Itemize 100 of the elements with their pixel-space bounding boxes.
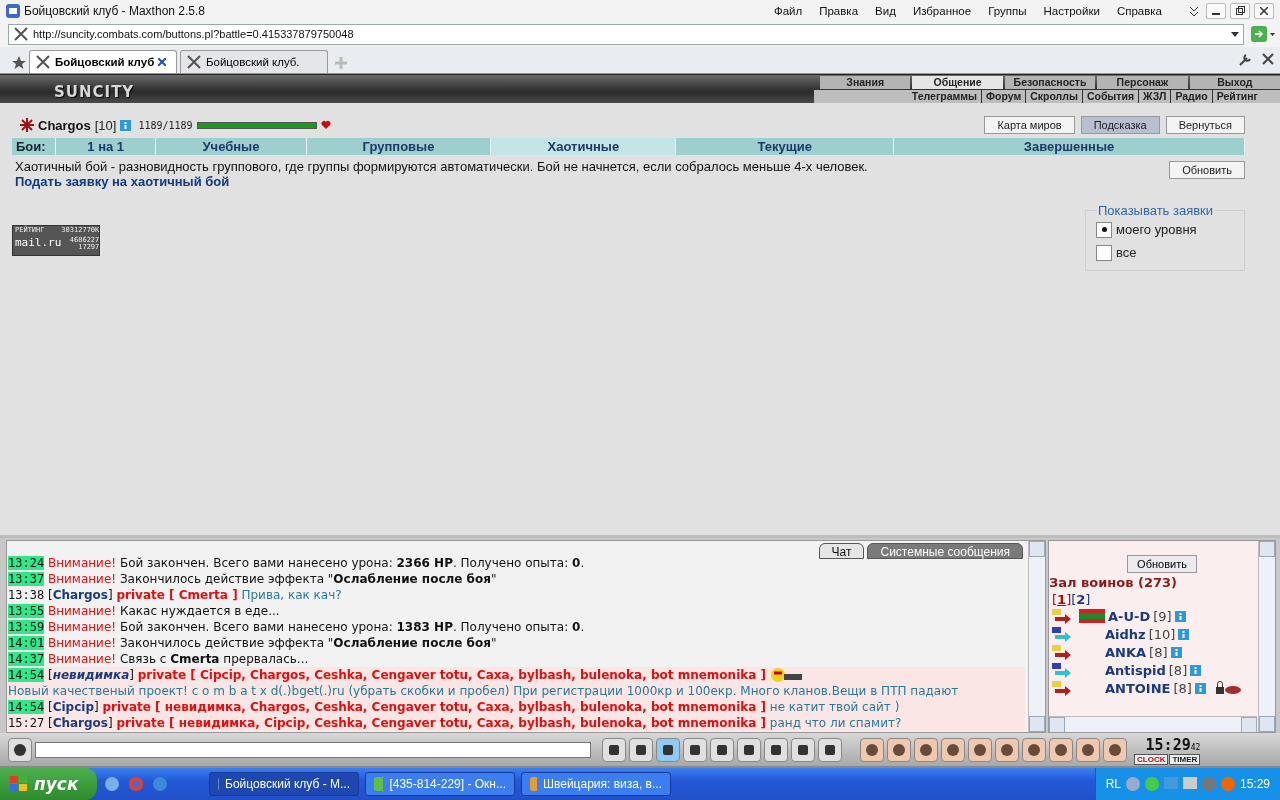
sub-nav-link[interactable]: Телеграммы (907, 90, 982, 103)
address-field[interactable]: http://suncity.combats.com/buttons.pl?battle=0.415337879750048 (8, 23, 1244, 45)
message-time: 15:27 (8, 716, 45, 730)
sender-name[interactable]: [невидимка] (47, 667, 134, 682)
nav-button[interactable]: Вернуться (1165, 116, 1245, 134)
info-icon (1190, 664, 1202, 676)
nav-link[interactable]: Выход (1189, 76, 1280, 89)
message-text: Закончилось действие эффекта "Ослабление после боя" (119, 571, 497, 586)
nav-link[interactable]: Безопасность (1004, 76, 1096, 89)
info-icon (1170, 646, 1182, 658)
user-name[interactable]: Antispid (1105, 662, 1166, 678)
nav-button[interactable]: Карта миров (984, 116, 1075, 134)
message-text: не катит твой сайт ) (769, 700, 900, 714)
nav-button[interactable]: Подсказка (1080, 116, 1160, 134)
tray-clock: 15:29 (1239, 777, 1270, 791)
page-link[interactable]: [2] (1071, 592, 1091, 607)
message-text: Прива, как кач? (241, 587, 342, 602)
scrollbar[interactable] (1258, 541, 1275, 732)
chat-tab[interactable]: Системные сообщения (867, 543, 1023, 559)
refresh-button[interactable]: Обновить (1127, 555, 1197, 573)
menu-item[interactable]: Справка (1116, 4, 1162, 17)
close-button[interactable] (1254, 2, 1274, 19)
user-name[interactable]: Aidhz (1105, 626, 1146, 642)
sender-name[interactable]: [Cipcip] (47, 700, 99, 714)
user-level: [8] (1149, 644, 1168, 660)
browser-tab[interactable]: Бойцовский клуб. (180, 50, 328, 73)
sender-name[interactable]: [Chargos] (47, 587, 113, 602)
sender-name[interactable]: [Chargos] (47, 716, 113, 730)
menu-item[interactable]: Вид (875, 4, 896, 17)
crossed-swords-icon (186, 54, 202, 70)
alert-label: Внимание! (47, 635, 117, 650)
crossed-swords-icon (35, 54, 51, 70)
user-name[interactable]: ANKA (1105, 644, 1147, 660)
player-name[interactable]: Chargos (38, 117, 91, 133)
message-text: Связь с Cmerta прервалась... (119, 651, 309, 666)
nav-link[interactable]: Общение (912, 76, 1003, 89)
message-time: 13:55 (8, 603, 45, 618)
restore-button[interactable] (1230, 2, 1250, 19)
message-text: Бой закончен. Всего вами нанесено урона: 2366 HP. Получено опыта: 0. (119, 555, 585, 570)
menu-item[interactable]: Правка (819, 4, 859, 17)
message-time: 14:54 (8, 700, 45, 714)
minimize-button[interactable] (1206, 2, 1226, 19)
player-level: [10] (94, 117, 117, 133)
taskbar-button[interactable]: Швейцария: виза, в... (521, 772, 671, 796)
message-text: Новый качественый проект! c o m b a t x d(.)bget(.)ru (убрать скобки и пробел) При регистрации 1000кр и 100екр. Много кланов.Вещи в ПТП падают (8, 683, 960, 699)
scrollbar[interactable] (1028, 541, 1045, 732)
dropdown-icon (1231, 30, 1239, 38)
private-recipients: private [ невидимка, Cipcip, Ceshka, Cengaver totu, Caxa, bylbash, bulenoka, bot mnemonika ] (116, 716, 766, 730)
message-text: Какас нуждается в еде... (119, 603, 280, 618)
battle-tab[interactable]: Хаотичные (491, 138, 677, 155)
info-icon (1194, 682, 1206, 694)
message-time: 13:38 (8, 587, 45, 602)
message-time: 13:24 (8, 555, 45, 570)
description-text: Хаотичный бой - разновидность группового, где группы формируются автоматически. Бой не начнется, если собралось меньше 4-х человек. (15, 159, 869, 174)
scrollbar[interactable] (1049, 716, 1257, 732)
radio-button[interactable] (1096, 221, 1112, 238)
menu-item[interactable]: Файл (773, 4, 803, 17)
star-icon (20, 118, 34, 132)
apply-link[interactable]: Подать заявку на хаотичный бой (15, 174, 230, 189)
radio-button[interactable] (1096, 244, 1112, 261)
radio-label[interactable]: моего уровня (1116, 222, 1197, 237)
alert-label: Внимание! (47, 555, 117, 570)
menu-item[interactable]: Группы (988, 4, 1027, 17)
refresh-button[interactable]: Обновить (1169, 161, 1245, 179)
minimize-icon (1212, 12, 1220, 15)
taskbar-button[interactable]: Бойцовский клуб - M... (209, 772, 359, 796)
radio-label[interactable]: все (1116, 245, 1137, 260)
logo-text: SUNCITY (53, 82, 135, 103)
taskbar-button[interactable]: [435-814-229] - Окн... (365, 772, 515, 796)
user-level: [8] (1173, 680, 1192, 696)
chat-tab[interactable]: Чат (818, 543, 865, 559)
heart-icon (320, 120, 331, 130)
message-time: 14:37 (8, 651, 45, 666)
menu-item[interactable]: Настройки (1043, 4, 1100, 17)
browser-icon (6, 3, 20, 18)
start-button[interactable]: пуск (0, 768, 97, 800)
message-time: 13:59 (8, 619, 45, 634)
windows-logo-icon (10, 776, 28, 792)
alert-label: Внимание! (47, 619, 117, 634)
browser-tab[interactable]: Бойцовский клуб (29, 50, 177, 73)
message-time: 13:37 (8, 571, 45, 586)
user-name[interactable]: ANTOINE (1105, 680, 1171, 696)
close-icon (1260, 6, 1268, 15)
info-icon (120, 119, 132, 131)
nav-link[interactable]: Персонаж (1097, 76, 1188, 89)
user-level: [9] (1153, 608, 1172, 624)
clock: 15:2942 CLOCK TIMER (1134, 734, 1201, 765)
nav-link[interactable]: Знания (820, 76, 911, 89)
user-name[interactable]: A-U-D (1108, 608, 1151, 624)
private-recipients: private [ Cipcip, Chargos, Ceshka, Cengaver totu, Caxa, bylbash, bulenoka, bot mnemonika ] (137, 667, 766, 682)
page-link[interactable]: [1] (1052, 592, 1072, 607)
hall-title: Зал воинов (273) (1049, 575, 1178, 590)
chat-input[interactable] (35, 741, 591, 758)
alert-label: Внимание! (47, 571, 117, 586)
hp-text: 1189/1189 (138, 119, 193, 131)
wrench-icon (1238, 53, 1252, 67)
menu-item[interactable]: Избранное (912, 4, 972, 17)
user-level: [8] (1168, 662, 1188, 678)
user-level: [10] (1148, 626, 1176, 642)
message-text: ранд что ли спамит? (769, 716, 902, 730)
